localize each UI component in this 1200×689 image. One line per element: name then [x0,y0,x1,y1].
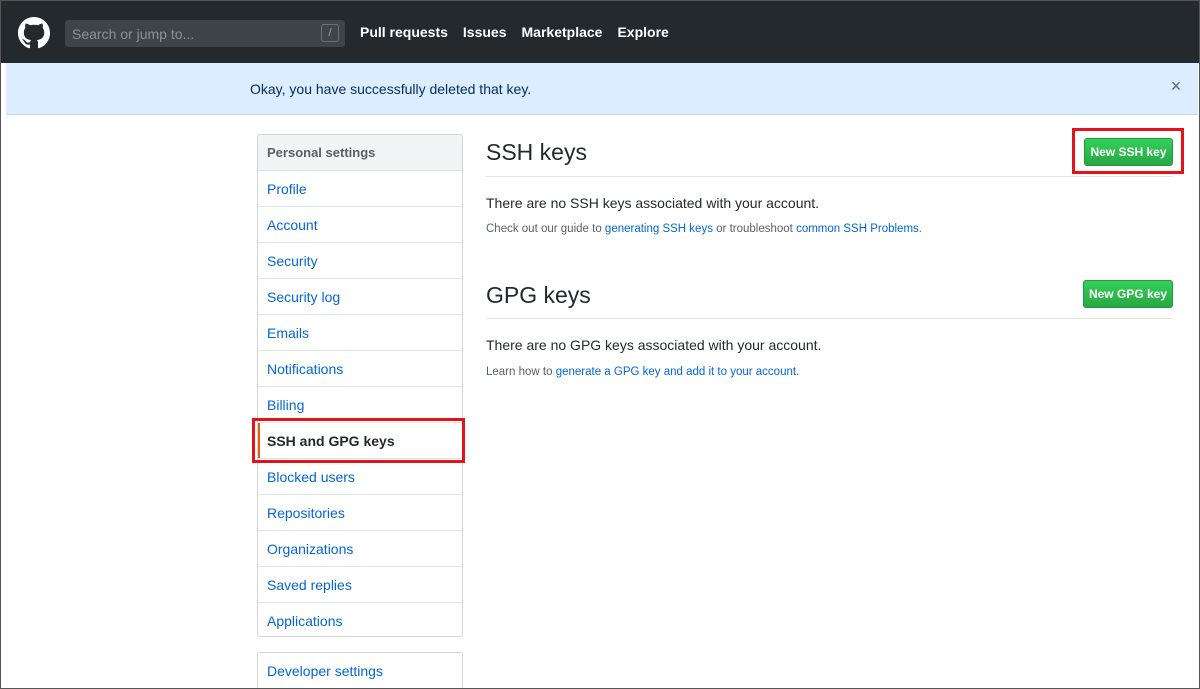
new-ssh-key-button[interactable]: New SSH key [1084,138,1173,166]
ssh-divider [486,176,1173,177]
ssh-note-prefix: Check out our guide to [486,223,605,235]
sidebar-item-saved-replies[interactable]: Saved replies [258,567,462,603]
sidebar-item-applications[interactable]: Applications [258,603,462,636]
sidebar-item-security[interactable]: Security [258,243,462,279]
ssh-note-middle: or troubleshoot [712,223,797,235]
ssh-help-note: Check out our guide to generating SSH ke… [486,223,922,235]
flash-message: Okay, you have successfully deleted that… [250,81,532,97]
nav-issues[interactable]: Issues [463,24,507,40]
gpg-help-note: Learn how to generate a GPG key and add … [486,366,799,378]
new-gpg-key-button[interactable]: New GPG key [1083,280,1173,308]
common-ssh-problems-link[interactable]: common SSH Problems [796,223,919,235]
flash-notice: Okay, you have successfully deleted that… [6,63,1198,115]
sidebar-item-organizations[interactable]: Organizations [258,531,462,567]
sidebar-item-billing[interactable]: Billing [258,387,462,423]
search-box[interactable]: / [65,20,345,47]
header-nav: Pull requests Issues Marketplace Explore [360,24,684,40]
nav-pull-requests[interactable]: Pull requests [360,24,448,40]
developer-sidebar: Developer settings [257,652,463,688]
nav-marketplace[interactable]: Marketplace [522,24,603,40]
search-shortcut-key: / [321,24,339,42]
sidebar-item-repositories[interactable]: Repositories [258,495,462,531]
sidebar-item-developer-settings[interactable]: Developer settings [258,653,462,688]
settings-sidebar: Personal settings Profile Account Securi… [257,134,463,637]
gpg-keys-title: GPG keys [486,282,591,308]
sidebar-item-security-log[interactable]: Security log [258,279,462,315]
nav-explore[interactable]: Explore [617,24,668,40]
ssh-empty-message: There are no SSH keys associated with yo… [486,195,820,211]
sidebar-item-profile[interactable]: Profile [258,171,462,207]
browser-frame: / Pull requests Issues Marketplace Explo… [0,0,1200,689]
gpg-empty-message: There are no GPG keys associated with yo… [486,337,822,353]
gpg-divider [486,318,1173,319]
ssh-note-suffix: . [918,223,922,235]
github-logo-icon[interactable] [18,17,50,49]
sidebar-heading: Personal settings [258,135,462,171]
close-icon[interactable]: × [1167,77,1185,95]
generate-gpg-key-link[interactable]: generate a GPG key and add it to your ac… [556,366,796,378]
generating-ssh-keys-link[interactable]: generating SSH keys [605,223,713,235]
search-input[interactable] [72,25,312,42]
top-header: / Pull requests Issues Marketplace Explo… [1,1,1199,63]
sidebar-item-ssh-gpg-keys[interactable]: SSH and GPG keys [258,423,462,459]
sidebar-item-blocked-users[interactable]: Blocked users [258,459,462,495]
sidebar-item-account[interactable]: Account [258,207,462,243]
gpg-note-suffix: . [796,366,800,378]
sidebar-item-emails[interactable]: Emails [258,315,462,351]
gpg-note-prefix: Learn how to [486,366,556,378]
ssh-keys-title: SSH keys [486,139,587,165]
sidebar-item-notifications[interactable]: Notifications [258,351,462,387]
